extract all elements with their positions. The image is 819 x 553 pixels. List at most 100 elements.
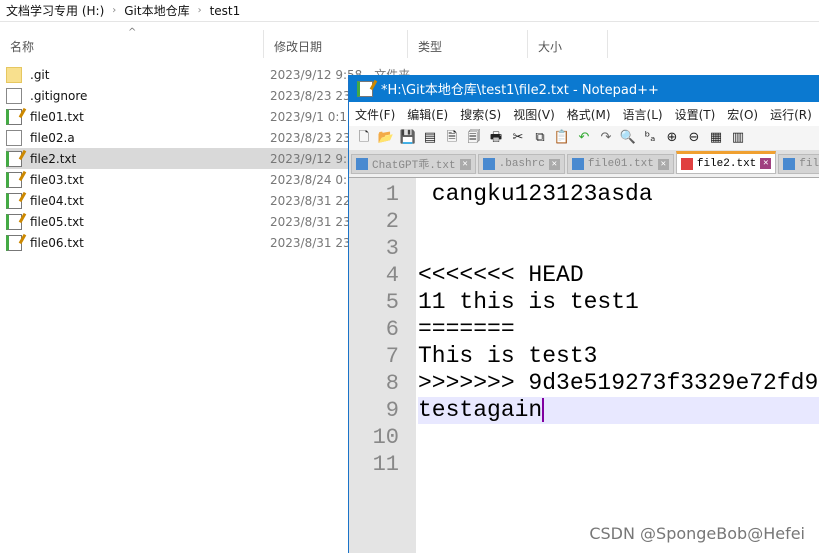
close-all-icon[interactable]: 🗐 [465,129,483,147]
chevron-right-icon: › [112,5,117,16]
tab[interactable]: file2.txt ✕ [675,151,777,174]
line-text: >>>>>>> 9d3e519273f3329e72fd9 [418,370,819,396]
file-name: file01.txt [30,109,84,124]
text-document-icon [6,87,22,104]
column-type[interactable]: 类型 [408,30,528,58]
print-icon[interactable]: 🖶 [487,129,505,147]
open-file-icon[interactable]: 📂 [377,129,395,147]
tab[interactable]: .bashrc ✕ [477,154,565,174]
column-modified[interactable]: 修改日期 [264,30,408,58]
tab-label: file01.txt [799,158,819,170]
tab-label: file01.txt [587,158,654,170]
notepad-file-icon [6,171,22,188]
breadcrumb: 文档学习专用 (H:) › Git本地仓库 › test1 [0,0,819,22]
code-line[interactable]: ======= [418,316,819,343]
notepad-file-icon [6,192,22,209]
breadcrumb-item[interactable]: 文档学习专用 (H:) [6,2,104,19]
close-icon[interactable]: 🗎 [443,129,461,147]
code-line[interactable]: 11 this is test1 [418,289,819,316]
sync-horizontal-icon[interactable]: ▥ [729,129,747,147]
column-type-label: 类型 [418,40,443,54]
file-date: 2023/8/23 23 [270,88,351,103]
file-date: 2023/8/23 23 [270,130,351,145]
menu-item[interactable]: 语言(L) [623,106,663,123]
zoom-out-icon[interactable]: ⊖ [685,129,703,147]
folder-icon [6,66,22,83]
copy-icon[interactable]: ⧉ [531,129,549,147]
code-line[interactable]: cangku123123asda [418,181,819,208]
file-name: .git [30,67,50,82]
editor[interactable]: 1 cangku123123asda 2 3 4 <<<<<<< HEAD 5 11 thi… [349,177,819,553]
find-icon[interactable]: 🔍 [619,129,637,147]
cut-icon[interactable]: ✂ [509,129,527,147]
tab-label: ChatGPT乖.txt [372,160,456,172]
paste-icon[interactable]: 📋 [553,129,571,147]
menu-item[interactable]: 视图(V) [513,106,555,123]
line-number: 6 [385,317,399,342]
tab[interactable]: file01.txt✕ [566,154,674,174]
close-tab-icon[interactable]: ✕ [459,158,471,170]
file-name: file04.txt [30,193,84,208]
line-number: 11 [372,452,399,477]
title-bar[interactable]: *H:\Git本地仓库\test1\file2.txt - Notepad++ [349,75,819,102]
undo-icon[interactable]: ↶ [575,129,593,147]
line-number: 2 [385,209,399,234]
file-name: file03.txt [30,172,84,187]
sort-up-icon: ^ [128,27,137,38]
line-text: This is test3 [418,343,598,369]
file-date: 2023/8/24 0:1 [270,172,355,187]
breadcrumb-item[interactable]: test1 [210,4,241,18]
menu-item[interactable]: 编辑(E) [407,106,448,123]
code-line[interactable]: testagain [418,397,819,424]
menu-item[interactable]: 宏(O) [727,106,758,123]
save-status-icon [482,158,495,170]
tab[interactable]: file01.txt✕ [778,154,819,174]
code-line[interactable]: >>>>>>> 9d3e519273f3329e72fd9 [418,370,819,397]
save-all-icon[interactable]: ▤ [421,129,439,147]
line-number: 3 [385,236,399,261]
close-tab-icon[interactable]: ✕ [548,158,560,170]
notepad-file-icon [6,213,22,230]
column-name[interactable]: 名称 ^ [0,27,264,58]
close-tab-icon[interactable]: ✕ [657,158,669,170]
menu-bar: 文件(F) 编辑(E) 搜索(S) 视图(V) 格式(M) 语言(L) 设置(T) 宏(O) 运… [349,102,819,126]
save-status-icon [783,158,796,170]
text-caret [542,397,545,422]
menu-item[interactable]: 搜索(S) [460,106,501,123]
code-line[interactable]: <<<<<<< HEAD [418,262,819,289]
file-name: file05.txt [30,214,84,229]
toolbar: 🗋 📂 💾 ▤ 🗎 🗐 🖶 ✂ ⧉ 📋 ↶ ↷ 🔍 ᵇₐ ⊕ ⊖ ▦ ▥ [349,126,819,150]
save-icon[interactable]: 💾 [399,129,417,147]
notepad-file-icon [6,150,22,167]
save-status-icon [356,158,368,170]
code-line[interactable] [418,424,819,451]
line-number: 10 [372,425,399,450]
notepad-file-icon [6,234,22,251]
code-line[interactable]: This is test3 [418,343,819,370]
menu-item[interactable]: 运行(R) [770,106,812,123]
line-number: 7 [385,344,399,369]
line-number: 1 [385,182,399,207]
line-text: ======= [418,316,515,342]
column-size[interactable]: 大小 [528,30,608,58]
menu-item[interactable]: 文件(F) [355,106,395,123]
replace-icon[interactable]: ᵇₐ [641,129,659,147]
tab[interactable]: ChatGPT乖.txt ✕ [351,154,476,174]
redo-icon[interactable]: ↷ [597,129,615,147]
line-number: 9 [385,398,399,423]
close-tab-icon[interactable]: ✕ [760,158,772,169]
code-line[interactable] [418,451,819,478]
notepad-window[interactable]: *H:\Git本地仓库\test1\file2.txt - Notepad++ … [348,75,819,553]
code-line[interactable] [418,235,819,262]
breadcrumb-item[interactable]: Git本地仓库 [124,2,189,19]
menu-item[interactable]: 设置(T) [675,106,716,123]
tab-bar: ChatGPT乖.txt ✕ .bashrc ✕ file01.txt ✕ file2.tx… [349,150,819,174]
file-name: file06.txt [30,235,84,250]
code-line[interactable] [418,208,819,235]
sync-vertical-icon[interactable]: ▦ [707,129,725,147]
column-modified-label: 修改日期 [274,40,323,54]
new-file-icon[interactable]: 🗋 [355,129,373,147]
menu-item[interactable]: 格式(M) [567,106,611,123]
zoom-in-icon[interactable]: ⊕ [663,129,681,147]
notepad-icon [357,80,373,97]
